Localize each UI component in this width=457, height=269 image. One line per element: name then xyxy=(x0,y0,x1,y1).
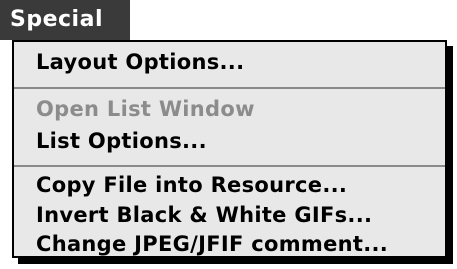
menu-shadow xyxy=(447,46,453,264)
menu-item-invert-black-white-gifs[interactable]: Invert Black & White GIFs... xyxy=(36,203,372,227)
menu-separator xyxy=(14,87,445,89)
menu-item-copy-file-into-resource[interactable]: Copy File into Resource... xyxy=(36,173,347,197)
menu-item-layout-options[interactable]: Layout Options... xyxy=(36,50,244,74)
menu-separator xyxy=(14,165,445,167)
menu-item-list-options[interactable]: List Options... xyxy=(36,129,207,153)
special-menu-title[interactable]: Special xyxy=(0,0,130,40)
menu-shadow xyxy=(18,258,453,264)
menu-item-open-list-window: Open List Window xyxy=(36,97,255,121)
menu-item-change-jpeg-jfif-comment[interactable]: Change JPEG/JFIF comment... xyxy=(36,232,388,256)
